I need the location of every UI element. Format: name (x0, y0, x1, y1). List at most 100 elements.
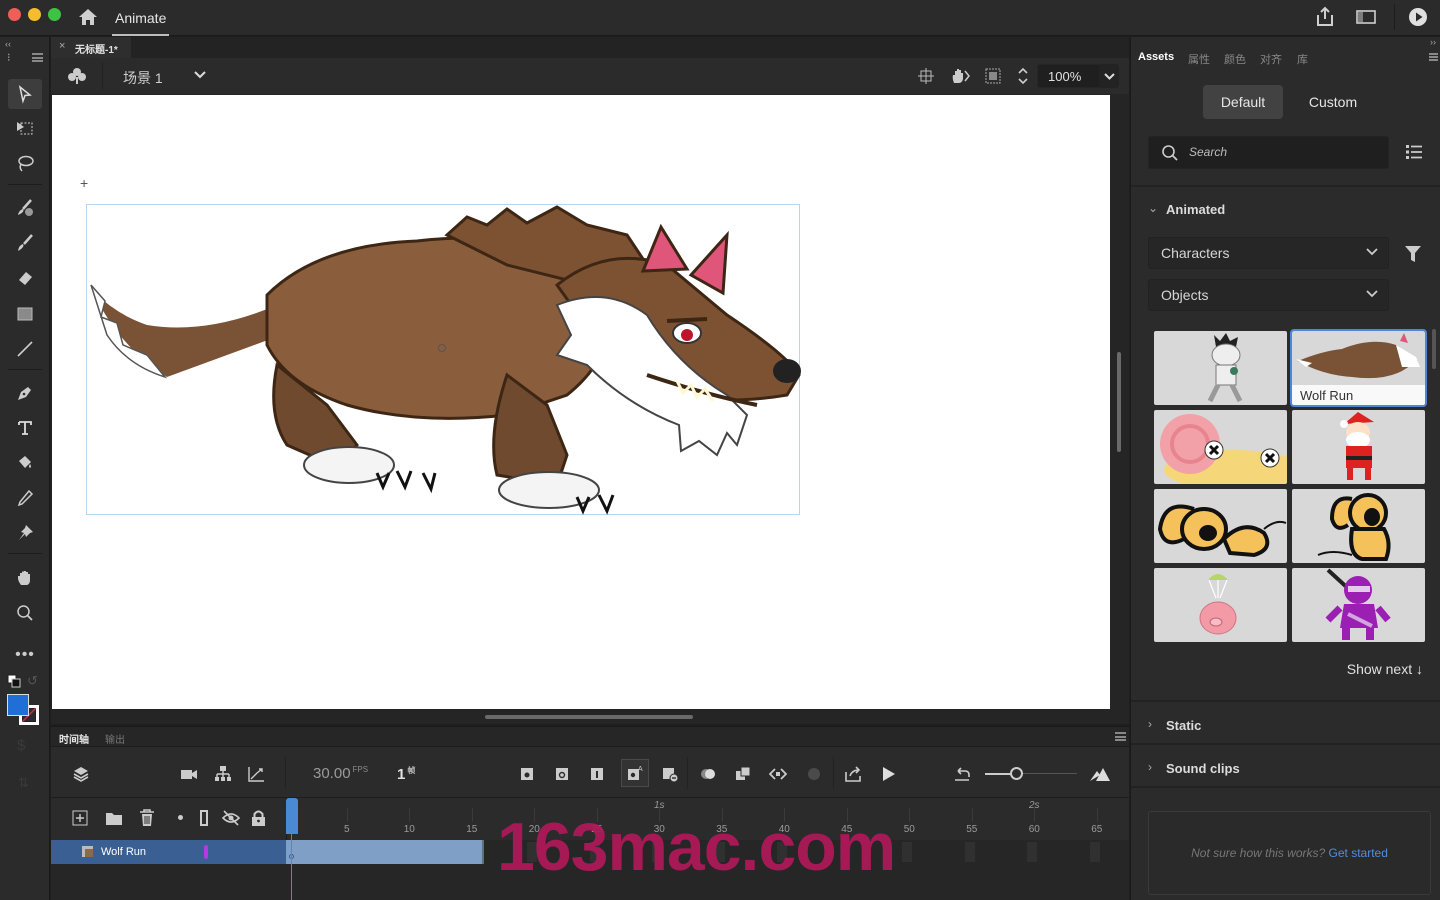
frame-cell-marker[interactable] (902, 842, 912, 862)
close-tab-icon[interactable]: × (59, 40, 65, 52)
horizontal-scrollbar[interactable] (485, 715, 693, 719)
eyedropper-tool[interactable] (8, 483, 42, 513)
panel-menu-icon[interactable] (32, 53, 43, 62)
undo-zoom-icon[interactable] (951, 763, 973, 785)
delete-layer-icon[interactable] (139, 809, 155, 827)
tab-properties[interactable]: 属性 (1188, 51, 1210, 67)
insert-frame-icon[interactable] (586, 763, 608, 785)
pin-tool[interactable] (8, 518, 42, 548)
insert-classic-tween-icon[interactable] (659, 763, 681, 785)
tab-color[interactable]: 颜色 (1224, 51, 1246, 67)
brush-tool[interactable] (8, 228, 42, 258)
asset-thumbnail-dog-sitting[interactable] (1292, 489, 1425, 563)
timeline-menu-icon[interactable] (1115, 732, 1126, 741)
edit-multiple-frames-icon[interactable] (732, 763, 754, 785)
more-tools-icon[interactable]: ••• (8, 640, 42, 670)
panel-menu-icon[interactable] (1429, 53, 1438, 61)
lasso-tool[interactable] (8, 149, 42, 179)
tab-output[interactable]: 输出 (105, 731, 125, 746)
tab-assets[interactable]: Assets (1138, 51, 1174, 63)
hand-tool[interactable] (8, 563, 42, 593)
free-transform-tool[interactable] (8, 114, 42, 144)
animated-section-header[interactable]: Animated (1166, 202, 1225, 217)
subcategory-dropdown[interactable]: Objects (1148, 279, 1389, 311)
selection-tool[interactable] (8, 79, 42, 109)
list-view-icon[interactable] (1405, 144, 1423, 160)
outline-layer-icon[interactable] (200, 810, 208, 826)
camera-icon[interactable] (178, 763, 200, 785)
zoom-fit-icon[interactable] (1087, 763, 1113, 785)
zoom-stepper-icon[interactable] (1017, 66, 1029, 86)
insert-keyframe-icon[interactable] (516, 763, 538, 785)
zoom-dropdown-button[interactable] (1099, 64, 1119, 88)
loop-playback-icon[interactable] (767, 763, 789, 785)
window-minimize-button[interactable] (28, 8, 41, 21)
tab-timeline[interactable]: 时间轴 (59, 731, 89, 746)
window-zoom-button[interactable] (48, 8, 61, 21)
search-field[interactable] (1148, 136, 1389, 169)
fps-readout[interactable]: 30.00 FPS (313, 765, 368, 782)
highlight-layer-icon[interactable] (178, 815, 183, 820)
get-started-link[interactable]: Get started (1329, 846, 1388, 860)
paint-bucket-tool[interactable] (8, 448, 42, 478)
clip-content-icon[interactable] (985, 68, 1001, 84)
stage-canvas[interactable]: + (52, 95, 1110, 709)
eraser-tool[interactable] (8, 263, 42, 293)
panel-layout-icon[interactable] (1356, 9, 1376, 25)
center-stage-icon[interactable] (918, 68, 934, 84)
paint-brush-tool[interactable] (8, 193, 42, 223)
scene-label[interactable]: 场景 1 (123, 68, 163, 88)
static-section-header[interactable]: Static (1166, 718, 1201, 733)
chevron-down-icon[interactable]: ⌄ (1148, 201, 1158, 215)
tab-library[interactable]: 库 (1297, 51, 1308, 67)
text-tool[interactable] (8, 413, 42, 443)
reset-colors-icon[interactable]: ↺ (27, 673, 38, 689)
asset-thumbnail-mummy[interactable] (1154, 331, 1287, 405)
category-dropdown[interactable]: Characters (1148, 237, 1389, 269)
filter-icon[interactable] (1405, 245, 1421, 263)
play-button[interactable] (877, 763, 899, 785)
swap-colors-icon[interactable] (7, 674, 21, 688)
default-segment-button[interactable]: Default (1203, 85, 1283, 119)
export-icon[interactable] (842, 763, 864, 785)
play-preview-icon[interactable] (1408, 7, 1428, 27)
rectangle-tool[interactable] (8, 299, 42, 329)
graph-editor-icon[interactable] (245, 763, 267, 785)
zoom-level-field[interactable]: 100% (1037, 64, 1103, 88)
pen-tool[interactable] (8, 378, 42, 408)
wolf-run-symbol[interactable] (86, 204, 801, 515)
frame-span[interactable] (286, 840, 484, 864)
hide-layer-icon[interactable] (222, 810, 240, 826)
layer-name[interactable]: Wolf Run (101, 846, 146, 858)
insert-blank-keyframe-icon[interactable] (551, 763, 573, 785)
frame-cell-marker[interactable] (1027, 842, 1037, 862)
rotate-stage-icon[interactable] (950, 67, 970, 85)
asset-thumbnail-snail[interactable] (1154, 410, 1287, 484)
search-input[interactable] (1189, 145, 1379, 159)
layers-icon[interactable] (70, 763, 92, 785)
layer-color-tag[interactable] (204, 845, 208, 859)
chevron-right-icon[interactable]: › (1148, 717, 1152, 731)
edit-symbols-icon[interactable] (67, 67, 87, 85)
layer-parenting-icon[interactable] (212, 763, 234, 785)
sound-clips-section-header[interactable]: Sound clips (1166, 761, 1240, 776)
line-tool[interactable] (8, 334, 42, 364)
zoom-tool[interactable] (8, 598, 42, 628)
asset-thumbnail-wolf-run[interactable]: Wolf Run (1290, 329, 1427, 407)
collapse-panel-icon[interactable]: ‹‹ (5, 39, 11, 49)
fill-color-swatch[interactable] (7, 694, 29, 716)
home-icon[interactable] (78, 7, 98, 27)
auto-keyframe-toggle[interactable]: A (621, 759, 649, 787)
grip-icon[interactable]: ⁝ (7, 51, 11, 64)
custom-segment-button[interactable]: Custom (1293, 85, 1373, 119)
playhead[interactable] (286, 798, 298, 834)
layer-row[interactable]: Wolf Run (51, 840, 286, 864)
lock-layer-icon[interactable] (251, 809, 266, 827)
asset-thumbnail-parachute-pig[interactable] (1154, 568, 1287, 642)
timeline-zoom-slider[interactable] (1010, 767, 1023, 780)
asset-thumbnail-ninja[interactable] (1292, 568, 1425, 642)
share-icon[interactable] (1315, 6, 1335, 28)
scene-dropdown-chevron-icon[interactable] (194, 71, 206, 79)
show-next-link[interactable]: Show next ↓ (1347, 661, 1423, 677)
chevron-right-icon[interactable]: › (1148, 760, 1152, 774)
